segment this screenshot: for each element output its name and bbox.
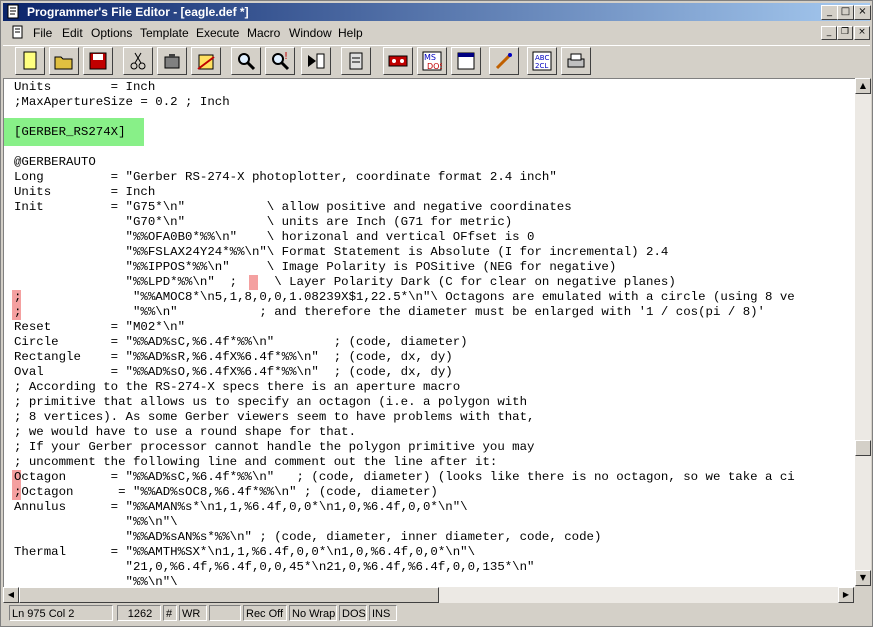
scroll-corner xyxy=(855,587,871,603)
text-line[interactable]: "G70*\n" \ units are Inch (G71 for metri… xyxy=(14,215,795,230)
window-icon[interactable] xyxy=(451,47,481,75)
text-line[interactable]: ; uncomment the following line and comme… xyxy=(14,455,795,470)
record-macro-icon[interactable] xyxy=(383,47,413,75)
menu-bar: File Edit Options Template Execute Macro… xyxy=(3,23,870,42)
new-file-icon[interactable] xyxy=(15,47,45,75)
mdi-close-button[interactable]: × xyxy=(854,26,870,40)
status-count: 1262 xyxy=(117,605,161,621)
text-line[interactable]: Circle = "%%AD%sC,%6.4f*%%\n" ; (code, d… xyxy=(14,335,795,350)
text-line[interactable]: "%%AD%sAN%s*%%\n" ; (code, diameter, inn… xyxy=(14,530,795,545)
text-line[interactable]: ; According to the RS-274-X specs there … xyxy=(14,380,795,395)
svg-text:!: ! xyxy=(284,51,288,62)
text-line[interactable]: [GERBER_RS274X] xyxy=(14,125,795,140)
text-line[interactable]: ; "%%\n" ; and therefore the diameter mu… xyxy=(14,305,795,320)
app-icon xyxy=(7,4,19,19)
text-line[interactable] xyxy=(14,110,795,125)
text-line[interactable]: Init = "G75*\n" \ allow positive and neg… xyxy=(14,200,795,215)
menu-file[interactable]: File xyxy=(33,26,52,40)
vertical-scrollbar[interactable]: ▲ ▼ xyxy=(855,78,871,586)
print-icon[interactable] xyxy=(561,47,591,75)
find-next-icon[interactable]: ! xyxy=(265,47,295,75)
text-line[interactable]: ; "%%AMOC8*\n5,1,8,0,0,1.08239X$1,22.5*\… xyxy=(14,290,795,305)
status-wr: WR xyxy=(179,605,207,621)
text-line[interactable]: Rectangle = "%%AD%sR,%6.4fX%6.4f*%%\n" ;… xyxy=(14,350,795,365)
scroll-right-button[interactable]: ▶ xyxy=(838,587,854,603)
status-wrap: No Wrap xyxy=(289,605,337,621)
status-position: Ln 975 Col 2 xyxy=(9,605,113,621)
text-line[interactable]: "%%IPPOS*%%\n" \ Image Polarity is POSit… xyxy=(14,260,795,275)
text-line[interactable]: Units = Inch xyxy=(14,185,795,200)
maximize-button[interactable]: □ xyxy=(837,5,854,20)
app-window: Programmer's File Editor - [eagle.def *]… xyxy=(0,0,873,627)
text-line[interactable]: "%%\n"\ xyxy=(14,575,795,587)
text-line[interactable]: "%%\n"\ xyxy=(14,515,795,530)
text-line[interactable]: Thermal = "%%AMTH%SX*\n1,1,%6.4f,0,0*\n1… xyxy=(14,545,795,560)
text-line[interactable]: "21,0,%6.4f,%6.4f,0,0,45*\n21,0,%6.4f,%6… xyxy=(14,560,795,575)
status-mode: DOS xyxy=(339,605,367,621)
mdi-minimize-button[interactable]: _ xyxy=(821,26,837,40)
minimize-button[interactable]: _ xyxy=(821,5,838,20)
window-title: Programmer's File Editor - [eagle.def *] xyxy=(27,5,249,19)
menu-execute[interactable]: Execute xyxy=(196,26,239,40)
scroll-up-button[interactable]: ▲ xyxy=(855,78,871,94)
toolbar: ! MSDOS ABC2CL xyxy=(3,45,870,79)
menu-edit[interactable]: Edit xyxy=(62,26,83,40)
options-tools-icon[interactable] xyxy=(489,47,519,75)
template-icon[interactable] xyxy=(341,47,371,75)
cut-scissors-icon[interactable] xyxy=(123,47,153,75)
status-hash: # xyxy=(163,605,177,621)
copy-icon[interactable] xyxy=(157,47,187,75)
status-ins: INS xyxy=(369,605,397,621)
abc-help-icon[interactable]: ABC 2CL xyxy=(527,47,557,75)
text-line[interactable]: ; If your Gerber processor cannot handle… xyxy=(14,440,795,455)
msdos-icon[interactable]: MSDOS xyxy=(417,47,447,75)
mdi-restore-button[interactable]: ❐ xyxy=(837,26,853,40)
menu-template[interactable]: Template xyxy=(140,26,189,40)
title-bar[interactable]: Programmer's File Editor - [eagle.def *]… xyxy=(3,3,871,21)
menu-macro[interactable]: Macro xyxy=(247,26,280,40)
horizontal-scroll-thumb[interactable] xyxy=(19,587,439,603)
menu-options[interactable]: Options xyxy=(91,26,132,40)
svg-text:MS: MS xyxy=(424,53,436,62)
scroll-left-button[interactable]: ◀ xyxy=(3,587,19,603)
text-line[interactable]: "%%LPD*%%\n" ; \ Layer Polarity Dark (C … xyxy=(14,275,795,290)
close-button[interactable]: × xyxy=(854,5,871,20)
text-line[interactable]: ; 8 vertices). As some Gerber viewers se… xyxy=(14,410,795,425)
replace-icon[interactable] xyxy=(301,47,331,75)
text-editor[interactable]: Units = Inch ;MaxApertureSize = 0.2 ; Inc… xyxy=(3,78,855,587)
horizontal-scrollbar[interactable]: ◀ ▶ xyxy=(3,587,854,603)
menu-help[interactable]: Help xyxy=(338,26,363,40)
text-line[interactable]: "%%FSLAX24Y24*%%\n"\ Format Statement is… xyxy=(14,245,795,260)
text-line[interactable]: Annulus = "%%AMAN%s*\n1,1,%6.4f,0,0*\n1,… xyxy=(14,500,795,515)
status-bar: Ln 975 Col 2 1262 # WR Rec Off No Wrap D… xyxy=(3,604,870,624)
paste-icon[interactable] xyxy=(191,47,221,75)
save-disk-icon[interactable] xyxy=(83,47,113,75)
text-lines: Units = Inch ;MaxApertureSize = 0.2 ; Inc… xyxy=(14,80,795,587)
text-line[interactable]: Reset = "M02*\n" xyxy=(14,320,795,335)
text-line[interactable]: "%%OFA0B0*%%\n" \ horizonal and vertical… xyxy=(14,230,795,245)
text-line[interactable] xyxy=(14,140,795,155)
text-line[interactable]: ; primitive that allows us to specify an… xyxy=(14,395,795,410)
text-line[interactable]: ; we would have to use a round shape for… xyxy=(14,425,795,440)
svg-text:DOS: DOS xyxy=(427,62,442,71)
svg-text:ABC: ABC xyxy=(535,54,549,62)
status-blank xyxy=(209,605,241,621)
open-folder-icon[interactable] xyxy=(49,47,79,75)
text-line[interactable]: Oval = "%%AD%sO,%6.4fX%6.4f*%%\n" ; (cod… xyxy=(14,365,795,380)
vertical-scroll-thumb[interactable] xyxy=(855,440,871,456)
text-line[interactable]: Long = "Gerber RS-274-X photoplotter, co… xyxy=(14,170,795,185)
menu-window[interactable]: Window xyxy=(289,26,332,40)
status-rec: Rec Off xyxy=(243,605,287,621)
text-line[interactable]: Octagon = "%%AD%sC,%6.4f*%%\n" ; (code, … xyxy=(14,470,795,485)
svg-text:2CL: 2CL xyxy=(535,62,548,70)
find-icon[interactable] xyxy=(231,47,261,75)
document-icon[interactable] xyxy=(12,25,24,39)
scroll-down-button[interactable]: ▼ xyxy=(855,570,871,586)
text-line[interactable]: ;MaxApertureSize = 0.2 ; Inch xyxy=(14,95,795,110)
text-line[interactable]: @GERBERAUTO xyxy=(14,155,795,170)
text-line[interactable]: ;Octagon = "%%AD%sOC8,%6.4f*%%\n" ; (cod… xyxy=(14,485,795,500)
text-line[interactable]: Units = Inch xyxy=(14,80,795,95)
